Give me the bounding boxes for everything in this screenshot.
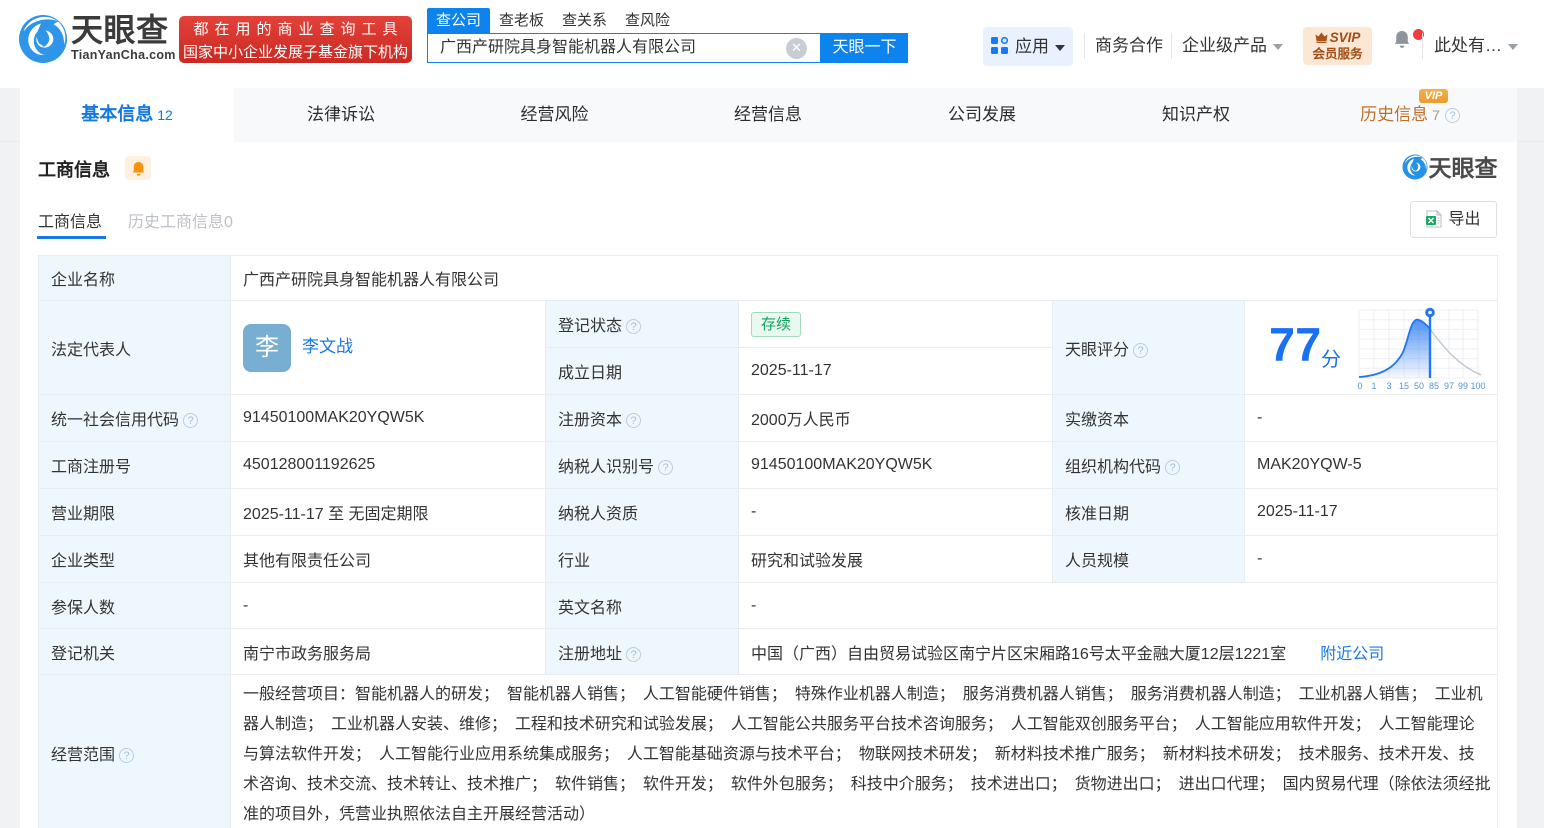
svg-text:97: 97	[1444, 381, 1454, 391]
svg-text:1: 1	[1371, 381, 1376, 391]
svg-text:0: 0	[1357, 381, 1362, 391]
svg-text:85: 85	[1429, 381, 1439, 391]
svg-text:50: 50	[1414, 381, 1424, 391]
svg-text:99: 99	[1458, 381, 1468, 391]
svg-text:15: 15	[1399, 381, 1409, 391]
svg-text:3: 3	[1386, 381, 1391, 391]
svg-text:100: 100	[1470, 381, 1485, 391]
svg-text:天眼查: 天眼查	[1429, 155, 1498, 180]
